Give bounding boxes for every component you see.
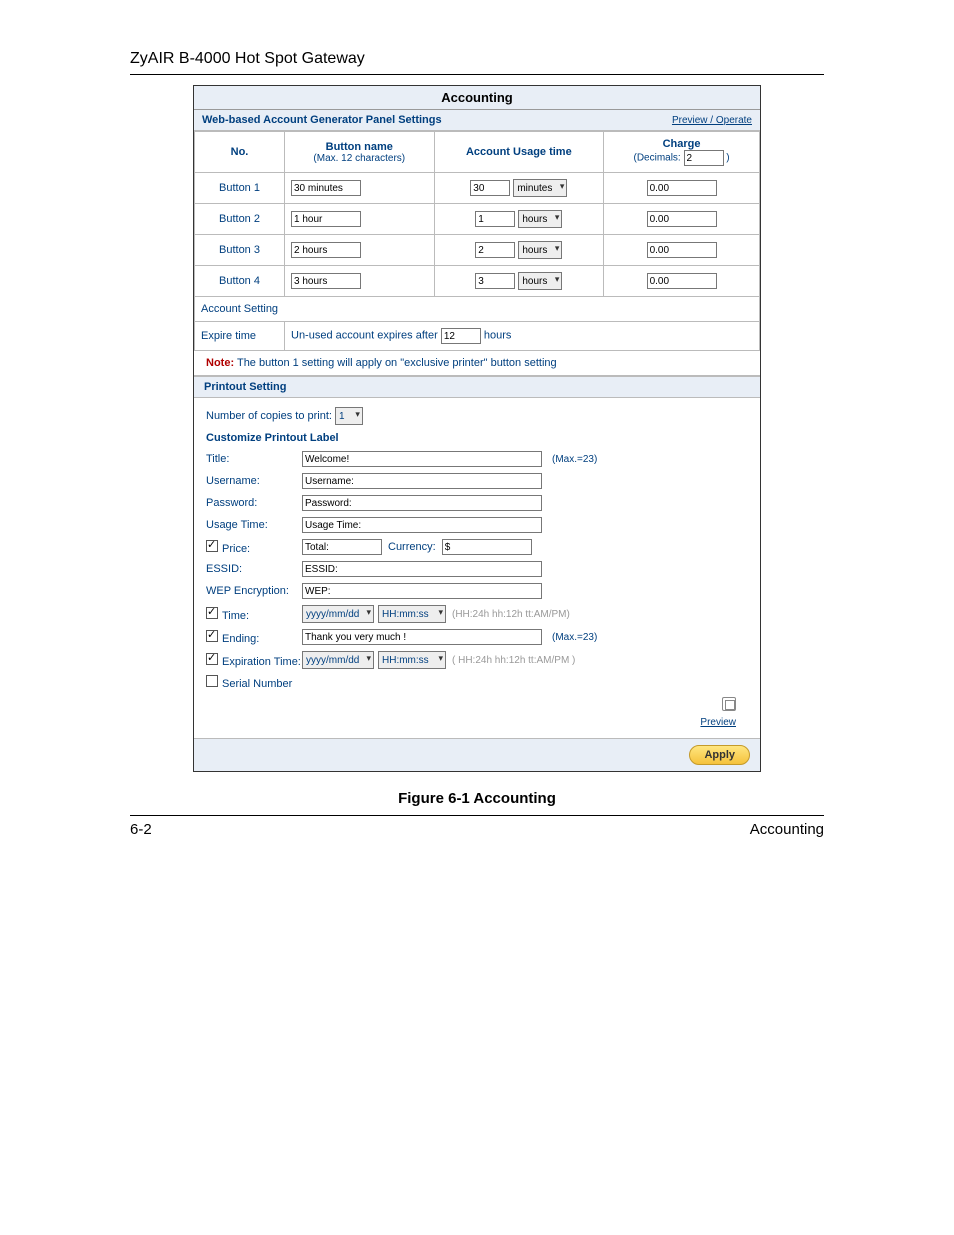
col-button-name-hint: (Max. 12 characters) [291,153,428,164]
panel-title: Accounting [194,86,760,110]
expire-time-label: Expire time [195,322,285,351]
currency-label: Currency: [388,541,436,553]
usage-num-input[interactable] [470,180,510,196]
figure-caption: Figure 6-1 Accounting [130,790,824,807]
row-label: Button 3 [195,235,285,266]
username-input[interactable] [302,473,542,489]
usage-unit-select[interactable]: hours [518,210,562,228]
button-name-input[interactable] [291,211,361,227]
time-label: Time: [222,610,249,622]
col-button-name-text: Button name [291,141,428,153]
expire-post: hours [484,330,512,342]
page-number: 6-2 [130,821,152,838]
password-label: Password: [206,497,302,509]
row-label: Button 2 [195,204,285,235]
note-prefix: Note: [206,357,234,369]
essid-input[interactable] [302,561,542,577]
charge-input[interactable] [647,242,717,258]
generator-table: No. Button name (Max. 12 characters) Acc… [194,131,760,351]
price-checkbox[interactable] [206,540,218,552]
serial-label: Serial Number [222,678,292,690]
decimals-close: ) [726,153,729,164]
time-date-select[interactable]: yyyy/mm/dd [302,605,374,623]
preview-link[interactable]: Preview [700,717,736,728]
serial-checkbox[interactable] [206,675,218,687]
table-row: Button 4 hours [195,266,760,297]
exp-date-select[interactable]: yyyy/mm/dd [302,651,374,669]
decimals-label: (Decimals: [633,153,680,164]
row-label: Button 4 [195,266,285,297]
usage-unit-select[interactable]: hours [518,241,562,259]
page-section: Accounting [750,821,824,838]
note-text: The button 1 setting will apply on "excl… [237,357,557,369]
usage-num-input[interactable] [475,273,515,289]
col-charge: Charge (Decimals: ) [604,132,760,173]
exp-time-select[interactable]: HH:mm:ss [378,651,446,669]
expire-pre: Un-used account expires after [291,330,438,342]
button-name-input[interactable] [291,273,361,289]
time-checkbox[interactable] [206,607,218,619]
preview-operate-link[interactable]: Preview / Operate [672,115,752,126]
ending-max: (Max.=23) [552,632,597,643]
accounting-panel: Accounting Web-based Account Generator P… [193,85,761,772]
col-no: No. [195,132,285,173]
exp-format-note: ( HH:24h hh:12h tt:AM/PM ) [452,655,575,666]
apply-button[interactable]: Apply [689,745,750,765]
print-icon [722,697,736,711]
col-charge-text: Charge [610,138,753,150]
copies-select[interactable]: 1 [335,407,363,425]
expiration-label: Expiration Time: [222,656,301,668]
expire-hours-input[interactable] [441,328,481,344]
currency-input[interactable] [442,539,532,555]
ending-input[interactable] [302,629,542,645]
table-row: Button 1 minutes [195,173,760,204]
printout-setting-header: Printout Setting [194,376,760,398]
price-input[interactable] [302,539,382,555]
expiration-checkbox[interactable] [206,653,218,665]
title-label: Title: [206,453,302,465]
table-row: Button 3 hours [195,235,760,266]
ending-label: Ending: [222,633,259,645]
row-label: Button 1 [195,173,285,204]
col-usage: Account Usage time [434,132,604,173]
time-time-select[interactable]: HH:mm:ss [378,605,446,623]
ending-checkbox[interactable] [206,630,218,642]
usage-time-label: Usage Time: [206,519,302,531]
col-button-name: Button name (Max. 12 characters) [285,132,435,173]
usage-unit-select[interactable]: minutes [513,179,567,197]
price-label: Price: [222,543,250,555]
panel-subtitle: Web-based Account Generator Panel Settin… [202,114,442,126]
button-name-input[interactable] [291,242,361,258]
usage-time-input[interactable] [302,517,542,533]
password-input[interactable] [302,495,542,511]
usage-num-input[interactable] [475,242,515,258]
customize-printout-label: Customize Printout Label [206,428,748,448]
time-format-note: (HH:24h hh:12h tt:AM/PM) [452,609,570,620]
usage-unit-select[interactable]: hours [518,272,562,290]
button-name-input[interactable] [291,180,361,196]
charge-input[interactable] [647,273,717,289]
table-row: Button 2 hours [195,204,760,235]
wep-input[interactable] [302,583,542,599]
usage-num-input[interactable] [475,211,515,227]
charge-input[interactable] [647,180,717,196]
title-input[interactable] [302,451,542,467]
wep-label: WEP Encryption: [206,585,302,597]
account-setting-header: Account Setting [195,297,760,322]
title-max: (Max.=23) [552,454,597,465]
decimals-input[interactable] [684,150,724,166]
document-header: ZyAIR B-4000 Hot Spot Gateway [130,50,824,75]
charge-input[interactable] [647,211,717,227]
username-label: Username: [206,475,302,487]
copies-label: Number of copies to print: [206,410,332,422]
essid-label: ESSID: [206,563,302,575]
